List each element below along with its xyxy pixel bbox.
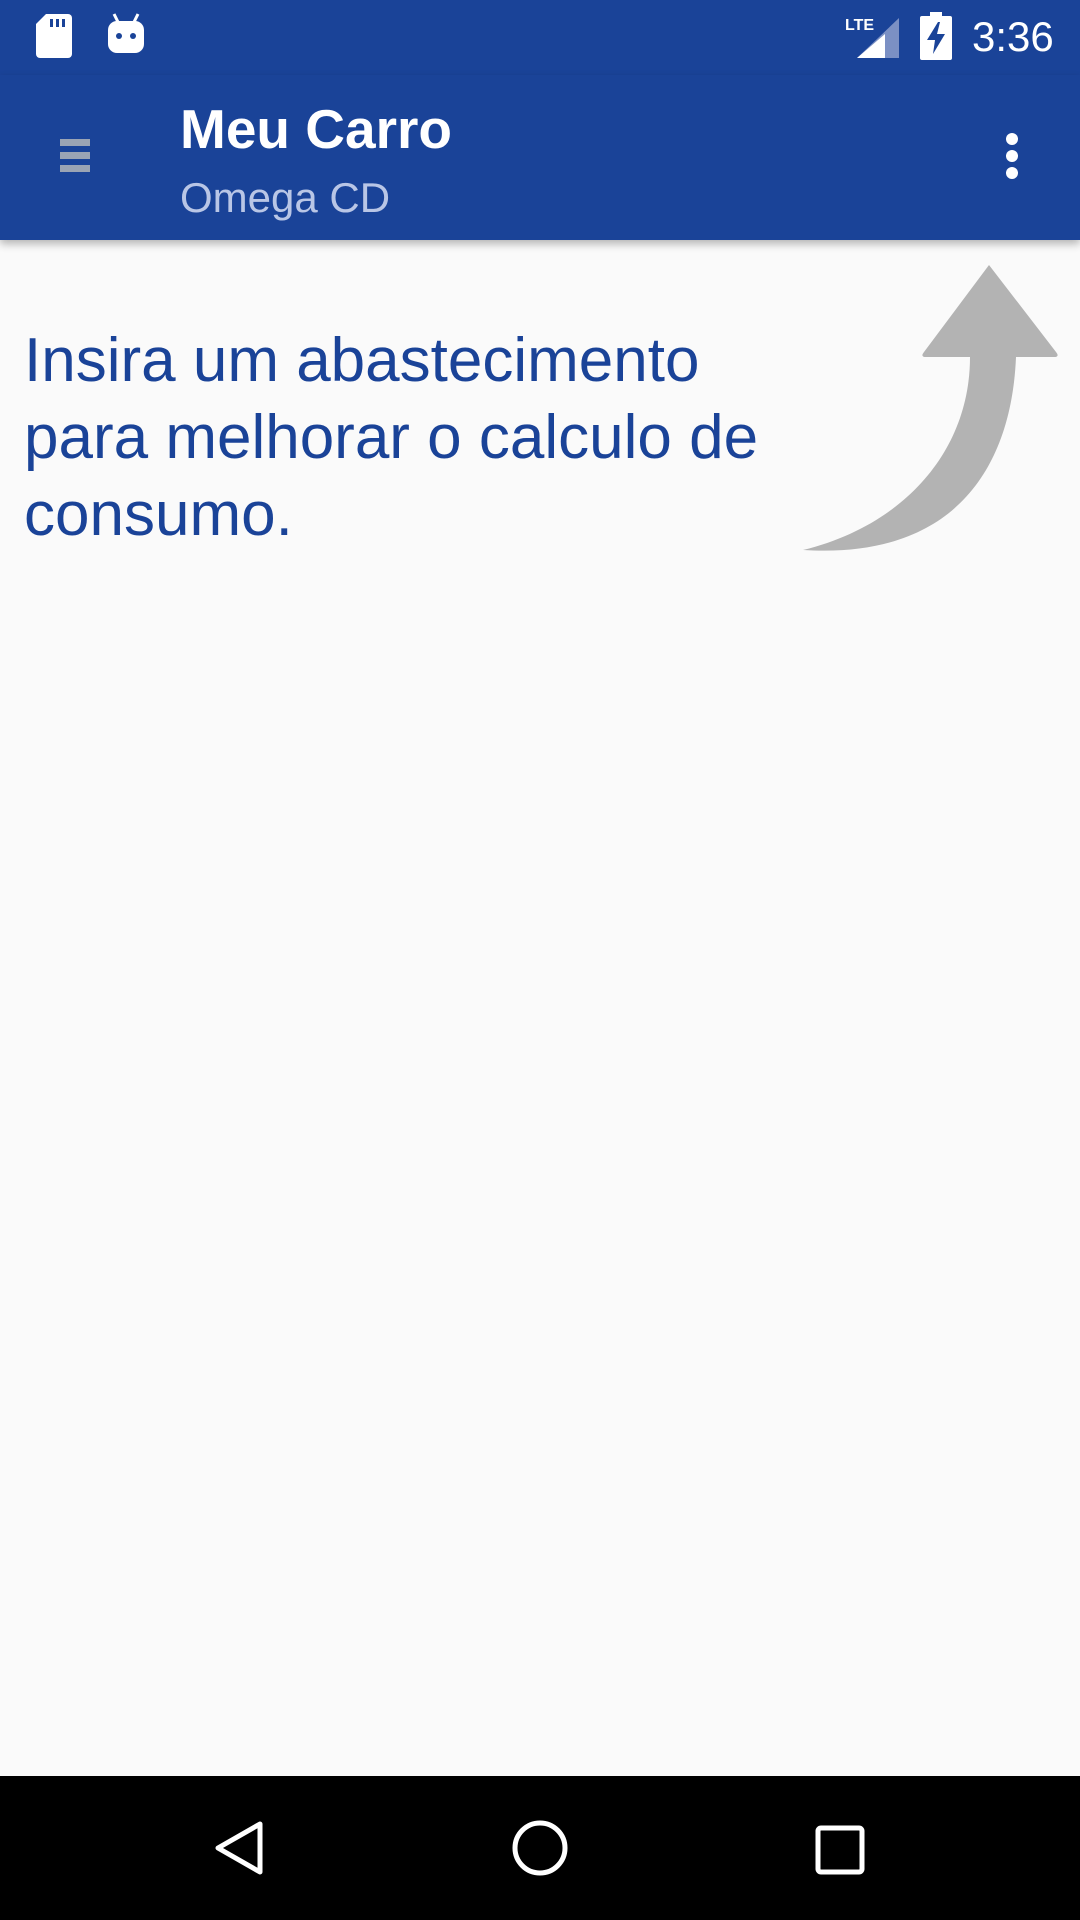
home-icon[interactable]: [508, 1818, 572, 1882]
app-title: Meu Carro: [180, 98, 452, 160]
overflow-menu-button[interactable]: [990, 125, 1034, 185]
app-subtitle: Omega CD: [180, 174, 391, 221]
lte-signal-icon: LTE: [845, 17, 899, 58]
menu-button[interactable]: [44, 123, 104, 183]
empty-state-hint: Insira um abastecimento para melhorar o …: [24, 326, 759, 549]
recents-icon[interactable]: [810, 1820, 870, 1880]
back-icon[interactable]: [210, 1818, 270, 1878]
app-bar: Meu Carro Omega CD: [0, 75, 1080, 240]
curved-arrow-icon: [803, 264, 1058, 551]
sd-card-icon: [36, 14, 72, 58]
android-icon: [108, 13, 144, 53]
status-bar: LTE 3:36: [0, 0, 1080, 75]
status-clock: 3:36: [972, 13, 1054, 60]
lte-label: LTE: [845, 17, 874, 34]
battery-charging-icon: [920, 12, 952, 60]
